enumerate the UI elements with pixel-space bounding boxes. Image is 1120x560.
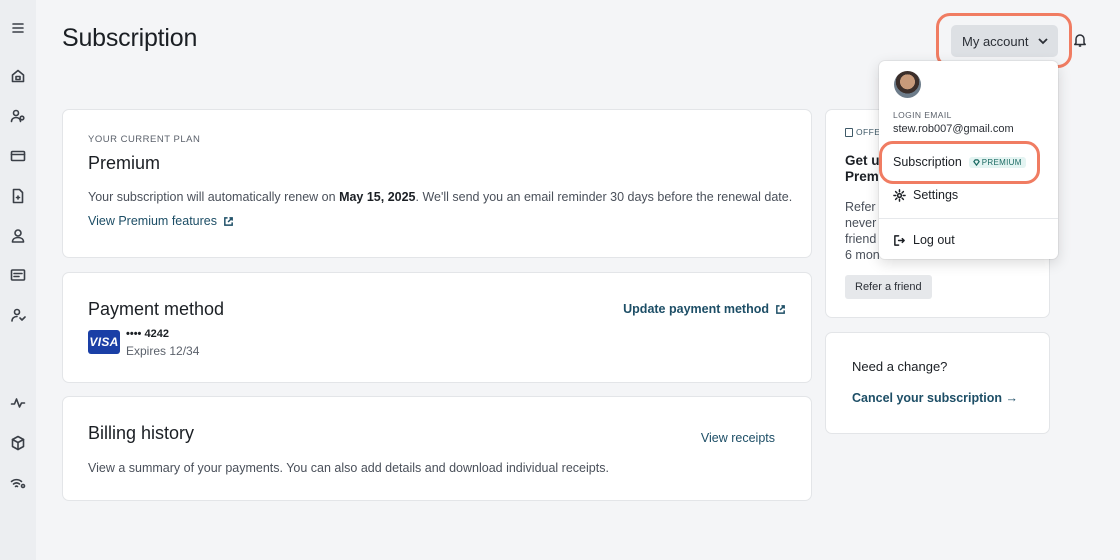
view-receipts-link[interactable]: View receipts	[701, 431, 775, 445]
cancel-subscription-link[interactable]: Cancel your subscription →	[852, 391, 1018, 405]
cube-icon[interactable]	[9, 434, 27, 452]
need-change-card: Need a change? Cancel your subscription …	[825, 332, 1050, 434]
support-person-icon[interactable]	[9, 306, 27, 324]
my-account-button[interactable]: My account	[951, 25, 1058, 57]
menu-divider	[879, 218, 1058, 219]
users-icon[interactable]	[9, 107, 27, 125]
plan-overline: YOUR CURRENT PLAN	[88, 134, 201, 145]
billing-history-card: Billing history View receipts View a sum…	[62, 396, 812, 501]
view-premium-features-label: View Premium features	[88, 214, 217, 228]
gear-icon	[893, 188, 906, 202]
page-title: Subscription	[62, 24, 198, 52]
renewal-suffix: . We'll send you an email reminder 30 da…	[415, 190, 793, 204]
sidebar	[0, 0, 36, 560]
subscription-item-highlight	[879, 141, 1040, 184]
menu-item-settings-label: Settings	[913, 188, 959, 202]
menu-icon[interactable]	[9, 19, 27, 37]
need-change-title: Need a change?	[852, 359, 948, 374]
menu-item-settings[interactable]: Settings	[893, 188, 958, 202]
refer-a-friend-button[interactable]: Refer a friend	[845, 275, 932, 299]
person-icon[interactable]	[9, 227, 27, 245]
update-payment-method-link[interactable]: Update payment method	[623, 302, 786, 316]
logout-icon	[894, 234, 905, 246]
card-expiry: Expires 12/34	[126, 344, 200, 358]
menu-item-logout[interactable]: Log out	[893, 233, 955, 247]
billing-history-title: Billing history	[88, 423, 195, 443]
update-payment-label: Update payment method	[623, 302, 769, 316]
login-email-label: LOGIN EMAIL	[893, 110, 952, 120]
id-card-icon[interactable]	[9, 266, 27, 284]
plan-name: Premium	[88, 153, 161, 173]
my-account-label: My account	[962, 33, 1029, 49]
wifi-settings-icon[interactable]	[9, 474, 27, 492]
home-lock-icon[interactable]	[9, 67, 27, 85]
activity-icon[interactable]	[9, 394, 27, 412]
renewal-date: May 15, 2025	[339, 190, 416, 204]
card-number: •••• 4242	[126, 328, 169, 340]
payment-method-title: Payment method	[88, 299, 225, 319]
menu-item-logout-label: Log out	[913, 233, 955, 247]
external-link-icon	[224, 216, 233, 226]
renewal-prefix: Your subscription will automatically ren…	[88, 190, 340, 204]
renewal-text: Your subscription will automatically ren…	[88, 190, 792, 204]
document-icon[interactable]	[9, 187, 27, 205]
current-plan-card: YOUR CURRENT PLAN Premium Your subscript…	[62, 109, 812, 258]
visa-logo: VISA	[88, 330, 120, 354]
chevron-down-icon	[1038, 38, 1049, 45]
billing-description: View a summary of your payments. You can…	[88, 461, 609, 475]
avatar	[894, 71, 921, 98]
login-email-value: stew.rob007@gmail.com	[893, 123, 1014, 135]
view-premium-features-link[interactable]: View Premium features	[88, 214, 234, 228]
external-link-icon	[776, 304, 785, 314]
bell-icon[interactable]	[1072, 32, 1090, 50]
gift-icon	[845, 127, 853, 137]
payment-method-card: Payment method Update payment method VIS…	[62, 272, 812, 383]
credit-card-icon[interactable]	[9, 147, 27, 165]
